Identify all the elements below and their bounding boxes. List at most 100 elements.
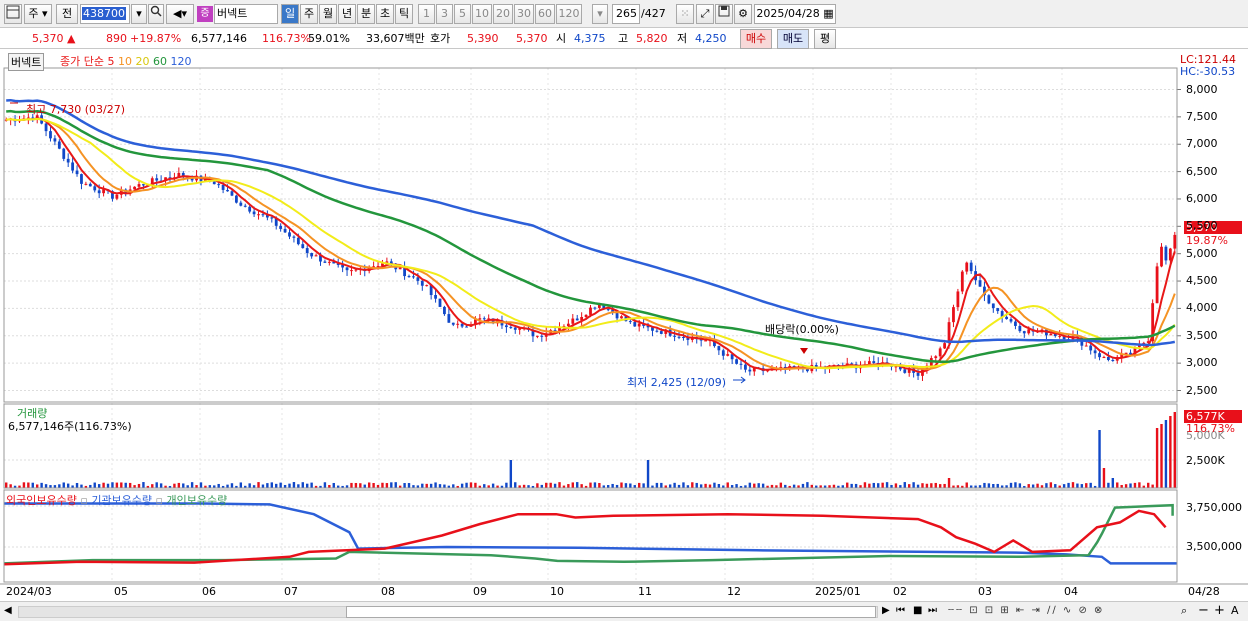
stock-code-input[interactable]: 438700	[80, 4, 130, 24]
period-second[interactable]: 초	[376, 4, 394, 24]
count-input[interactable]: 265	[612, 4, 640, 24]
draw-icon[interactable]: ⤢	[696, 4, 714, 24]
change-pct: +19.87%	[130, 32, 182, 45]
candle-body	[412, 276, 415, 278]
period-year[interactable]: 년	[338, 4, 356, 24]
candle-body	[1168, 248, 1172, 261]
date-value: 2025/04/28	[756, 7, 820, 20]
interval-30[interactable]: 30	[514, 4, 534, 24]
font-size-icon[interactable]: A	[1231, 604, 1239, 617]
legend-prefix: 종가 단순	[60, 55, 104, 68]
interval-120[interactable]: 120	[556, 4, 582, 24]
volume-bar	[1151, 484, 1154, 488]
candle-body	[1111, 359, 1115, 361]
volume-bar	[102, 482, 105, 488]
scroll-thumb[interactable]	[346, 606, 876, 618]
save-icon[interactable]	[715, 4, 733, 24]
volume-bar	[35, 484, 39, 488]
scroll-right-icon[interactable]: ▶	[882, 605, 890, 616]
eval-button[interactable]: 평	[814, 29, 836, 49]
volume-bar	[598, 482, 601, 488]
buy-button[interactable]: 매수	[740, 29, 772, 49]
interval-60[interactable]: 60	[535, 4, 555, 24]
legend-institution: 기관보유수량	[91, 494, 153, 507]
candle-body	[571, 318, 575, 324]
nav-first-icon[interactable]: ⏮	[896, 605, 905, 616]
candle-body	[75, 170, 79, 175]
interval-5[interactable]: 5	[454, 4, 471, 24]
candle-body	[80, 174, 83, 184]
interval-3[interactable]: 3	[436, 4, 453, 24]
candle-body	[1102, 357, 1106, 359]
volume-bar	[421, 483, 424, 488]
grid-icon[interactable]: ⁙	[676, 4, 694, 24]
candle-body	[956, 291, 960, 308]
candle-body	[137, 184, 141, 187]
chart-scrollbar[interactable]: ◀ ▶ ⏮ ■ ⏭ ┄┄ ⊡ ⊡ ⊞ ⇤ ⇥ ∕∕ ∿ ⊘ ⊗ ⌕ − + A	[0, 601, 1248, 621]
prev-select[interactable]: 전	[56, 4, 78, 24]
volume-bar	[576, 482, 579, 488]
scroll-left-icon[interactable]: ◀	[4, 605, 12, 616]
nav-stop-icon[interactable]: ■	[913, 605, 922, 616]
candle-body	[655, 330, 659, 332]
period-week[interactable]: 주	[300, 4, 318, 24]
layout-icon[interactable]	[4, 4, 22, 24]
date-tick-label: 2025/01	[815, 585, 861, 598]
candle-body	[230, 191, 234, 196]
search-icon[interactable]	[148, 4, 164, 24]
volume-bar	[465, 482, 468, 488]
candle-body	[350, 270, 353, 272]
volume-bar	[704, 483, 707, 488]
volume-bar	[806, 482, 809, 488]
volume-bar	[908, 484, 911, 488]
candle-body	[991, 303, 995, 309]
settings-icon[interactable]: ⚙	[734, 4, 752, 24]
interval-1[interactable]: 1	[418, 4, 435, 24]
nav-last-icon[interactable]: ⏭	[928, 605, 937, 616]
candle-body	[482, 318, 486, 320]
ma-legend: 종가 단순 5 10 20 60 120	[60, 53, 191, 69]
sell-button[interactable]: 매도	[777, 29, 809, 49]
zoom-out-icon[interactable]: −	[1198, 603, 1209, 618]
zoom-in-icon[interactable]: +	[1214, 603, 1225, 618]
legend-ma120: 120	[170, 55, 192, 68]
volume-bar	[863, 482, 867, 488]
candle-body	[252, 211, 256, 215]
dropdown-icon[interactable]: ▾	[131, 4, 147, 24]
candle-body	[354, 269, 358, 271]
drawing-tools[interactable]: ┄┄ ⊡ ⊡ ⊞ ⇤ ⇥ ∕∕ ∿ ⊘ ⊗	[948, 605, 1104, 616]
period-tick[interactable]: 틱	[395, 4, 413, 24]
volume-bar	[1049, 482, 1053, 488]
price-tick-label: 3,500	[1186, 328, 1218, 342]
volume-bar	[111, 482, 114, 488]
stock-name-field[interactable]: 버넥트	[214, 4, 278, 24]
period-day[interactable]: 일	[281, 4, 299, 24]
market-select[interactable]: 주 ▾	[24, 4, 52, 24]
high-label: 고	[618, 32, 629, 45]
last-pct-tag: 19.87%	[1186, 234, 1228, 247]
ma10-line	[6, 117, 1176, 371]
volume-bar	[261, 484, 265, 488]
volume-bar	[921, 483, 924, 488]
interval-10[interactable]: 10	[472, 4, 492, 24]
period-month[interactable]: 월	[319, 4, 337, 24]
trade-amount: 33,607백만	[366, 32, 425, 45]
volume-bar	[483, 484, 486, 488]
volume-bar	[359, 483, 362, 488]
period-minute[interactable]: 분	[357, 4, 375, 24]
interval-20[interactable]: 20	[493, 4, 513, 24]
speaker-icon[interactable]: ◀▾	[166, 4, 194, 24]
turnover-ratio: 59.01%	[308, 32, 350, 45]
stock-chart[interactable]	[0, 50, 1248, 601]
volume-bar	[217, 483, 220, 488]
date-field[interactable]: 2025/04/28 ▦	[754, 4, 836, 24]
candle-body	[535, 335, 539, 337]
volume-bar	[646, 460, 650, 488]
zoom-icon[interactable]: ⌕	[1181, 604, 1187, 618]
volume-bar	[1085, 483, 1088, 488]
chart-area[interactable]: 버넥트 종가 단순 5 10 20 60 120 LC:121.44 HC:-3…	[0, 50, 1248, 601]
interval-dropdown[interactable]: ▾	[592, 4, 608, 24]
volume-bar	[40, 482, 43, 488]
candle-body	[447, 314, 451, 323]
volume-bar	[903, 482, 906, 488]
